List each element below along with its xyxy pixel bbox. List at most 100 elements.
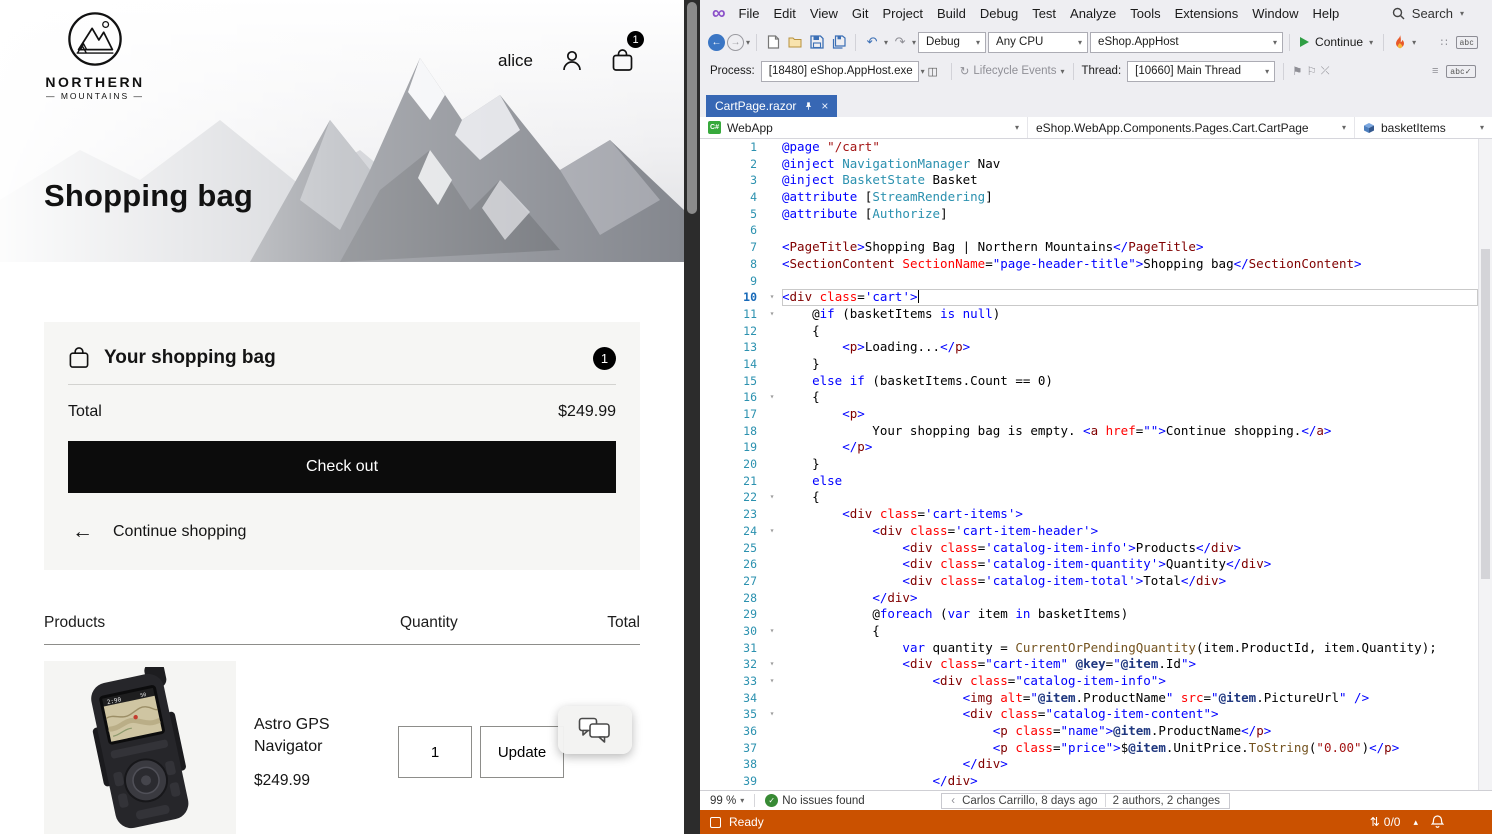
code-editor[interactable]: 1 @page "/cart" 2 @inject NavigationManager… xyxy=(700,139,1492,790)
code-line[interactable]: 10 ▾ <div class='cart'> xyxy=(700,289,1478,306)
startup-project-dropdown[interactable]: eShop.AppHost ▾ xyxy=(1090,31,1284,53)
quantity-input[interactable] xyxy=(398,726,472,778)
line-number[interactable]: 30 xyxy=(700,623,762,640)
line-number[interactable]: 12 xyxy=(700,323,762,340)
fold-chevron-icon[interactable]: ▾ xyxy=(762,523,782,540)
line-number[interactable]: 9 xyxy=(700,273,762,290)
code-line[interactable]: 32 ▾ <div class="cart-item" @key="@item.I… xyxy=(700,656,1478,673)
code-line[interactable]: 28 </div> xyxy=(700,590,1478,607)
toggle-current-thread-icon[interactable]: ⤫ xyxy=(1321,65,1330,78)
redo-dropdown-icon[interactable]: ▾ xyxy=(912,38,916,47)
code-line[interactable]: 14 } xyxy=(700,356,1478,373)
menu-item-analyze[interactable]: Analyze xyxy=(1063,2,1123,25)
line-number[interactable]: 24 xyxy=(700,523,762,540)
code-line[interactable]: 18 Your shopping bag is empty. <a href="… xyxy=(700,423,1478,440)
chat-widget-button[interactable] xyxy=(558,706,632,754)
menu-item-file[interactable]: File xyxy=(732,2,767,25)
line-number[interactable]: 36 xyxy=(700,723,762,740)
code-line[interactable]: 23 <div class='cart-items'> xyxy=(700,506,1478,523)
code-line[interactable]: 2 @inject NavigationManager Nav xyxy=(700,156,1478,173)
line-number[interactable]: 20 xyxy=(700,456,762,473)
line-number[interactable]: 4 xyxy=(700,189,762,206)
close-tab-icon[interactable]: × xyxy=(821,100,828,112)
code-line[interactable]: 1 @page "/cart" xyxy=(700,139,1478,156)
options-grid-icon[interactable]: ∷ xyxy=(1441,36,1448,49)
code-line[interactable]: 39 </div> xyxy=(700,773,1478,790)
pin-icon[interactable] xyxy=(804,101,813,111)
line-number[interactable]: 7 xyxy=(700,239,762,256)
code-line[interactable]: 9 xyxy=(700,273,1478,290)
line-number[interactable]: 22 xyxy=(700,489,762,506)
code-line[interactable]: 3 @inject BasketState Basket xyxy=(700,172,1478,189)
fold-chevron-icon[interactable]: ▾ xyxy=(762,389,782,406)
issues-indicator[interactable]: ✓ No issues found xyxy=(765,794,865,807)
new-file-button[interactable] xyxy=(763,31,783,53)
fold-chevron-icon[interactable]: ▾ xyxy=(762,289,782,306)
thread-dropdown[interactable]: [10660] Main Thread ▾ xyxy=(1127,60,1276,82)
spell-check-toggle-icon[interactable]: abc✓ xyxy=(1446,64,1476,78)
save-all-button[interactable] xyxy=(829,31,849,53)
line-number[interactable]: 29 xyxy=(700,606,762,623)
whitespace-icon[interactable]: ≡ xyxy=(1432,65,1438,77)
code-line[interactable]: 24 ▾ <div class='cart-item-header'> xyxy=(700,523,1478,540)
fold-chevron-icon[interactable]: ▾ xyxy=(762,706,782,723)
git-sync-status[interactable]: ⇅ 0/0 xyxy=(1370,815,1401,829)
member-dropdown[interactable]: basketItems ▾ xyxy=(1355,117,1492,138)
menu-item-debug[interactable]: Debug xyxy=(973,2,1025,25)
hot-reload-button[interactable] xyxy=(1390,31,1410,53)
notifications-bell-icon[interactable] xyxy=(1431,815,1444,829)
line-number[interactable]: 38 xyxy=(700,756,762,773)
undo-button[interactable]: ↶ xyxy=(862,31,882,53)
code-line[interactable]: 22 ▾ { xyxy=(700,489,1478,506)
line-number[interactable]: 13 xyxy=(700,339,762,356)
vs-search[interactable]: Search ▾ xyxy=(1392,6,1486,21)
line-number[interactable]: 8 xyxy=(700,256,762,273)
line-number[interactable]: 23 xyxy=(700,506,762,523)
hot-reload-dropdown-icon[interactable]: ▾ xyxy=(1412,38,1416,47)
type-dropdown[interactable]: eShop.WebApp.Components.Pages.Cart.CartP… xyxy=(1028,117,1355,138)
code-line[interactable]: 7 <PageTitle>Shopping Bag | Northern Moun… xyxy=(700,239,1478,256)
fold-chevron-icon[interactable]: ▾ xyxy=(762,306,782,323)
menu-item-test[interactable]: Test xyxy=(1025,2,1063,25)
line-number[interactable]: 5 xyxy=(700,206,762,223)
fold-chevron-icon[interactable]: ▾ xyxy=(762,489,782,506)
code-line[interactable]: 38 </div> xyxy=(700,756,1478,773)
line-number[interactable]: 28 xyxy=(700,590,762,607)
shop-logo[interactable]: NORTHERN — MOUNTAINS — xyxy=(40,10,150,101)
line-number[interactable]: 15 xyxy=(700,373,762,390)
solution-configuration-dropdown[interactable]: Debug ▾ xyxy=(918,31,987,53)
statusbar-expand-caret[interactable]: ▴ xyxy=(1413,817,1418,828)
browser-scrollbar-thumb[interactable] xyxy=(687,2,697,214)
undo-dropdown-icon[interactable]: ▾ xyxy=(884,38,888,47)
spell-check-icon[interactable]: abc xyxy=(1455,35,1478,49)
line-number[interactable]: 34 xyxy=(700,690,762,707)
continue-shopping-link[interactable]: ← Continue shopping xyxy=(68,521,246,542)
fold-chevron-icon[interactable]: ▾ xyxy=(762,623,782,640)
code-line[interactable]: 12 { xyxy=(700,323,1478,340)
menu-item-edit[interactable]: Edit xyxy=(767,2,803,25)
line-number[interactable]: 33 xyxy=(700,673,762,690)
navigate-back-button[interactable]: ← xyxy=(708,33,725,51)
code-line[interactable]: 16 ▾ { xyxy=(700,389,1478,406)
continue-debug-button[interactable]: Continue ▾ xyxy=(1296,35,1377,49)
menu-item-window[interactable]: Window xyxy=(1245,2,1305,25)
account-button[interactable] xyxy=(561,49,583,73)
update-quantity-button[interactable]: Update xyxy=(480,726,564,778)
code-line[interactable]: 37 <p class="price">$@item.UnitPrice.ToS… xyxy=(700,740,1478,757)
line-number[interactable]: 31 xyxy=(700,640,762,657)
code-line[interactable]: 19 </p> xyxy=(700,439,1478,456)
line-number[interactable]: 1 xyxy=(700,139,762,156)
editor-scrollbar[interactable] xyxy=(1478,139,1492,790)
line-number[interactable]: 18 xyxy=(700,423,762,440)
menu-item-project[interactable]: Project xyxy=(875,2,929,25)
code-line[interactable]: 11 ▾ @if (basketItems is null) xyxy=(700,306,1478,323)
code-line[interactable]: 33 ▾ <div class="catalog-item-info"> xyxy=(700,673,1478,690)
line-number[interactable]: 26 xyxy=(700,556,762,573)
menu-item-help[interactable]: Help xyxy=(1305,2,1346,25)
code-line[interactable]: 8 <SectionContent SectionName="page-heade… xyxy=(700,256,1478,273)
code-line[interactable]: 27 <div class='catalog-item-total'>Total… xyxy=(700,573,1478,590)
username-label[interactable]: alice xyxy=(498,51,533,71)
line-number[interactable]: 14 xyxy=(700,356,762,373)
flag-thread-icon[interactable]: ⚐ xyxy=(1306,64,1316,78)
code-line[interactable]: 21 else xyxy=(700,473,1478,490)
